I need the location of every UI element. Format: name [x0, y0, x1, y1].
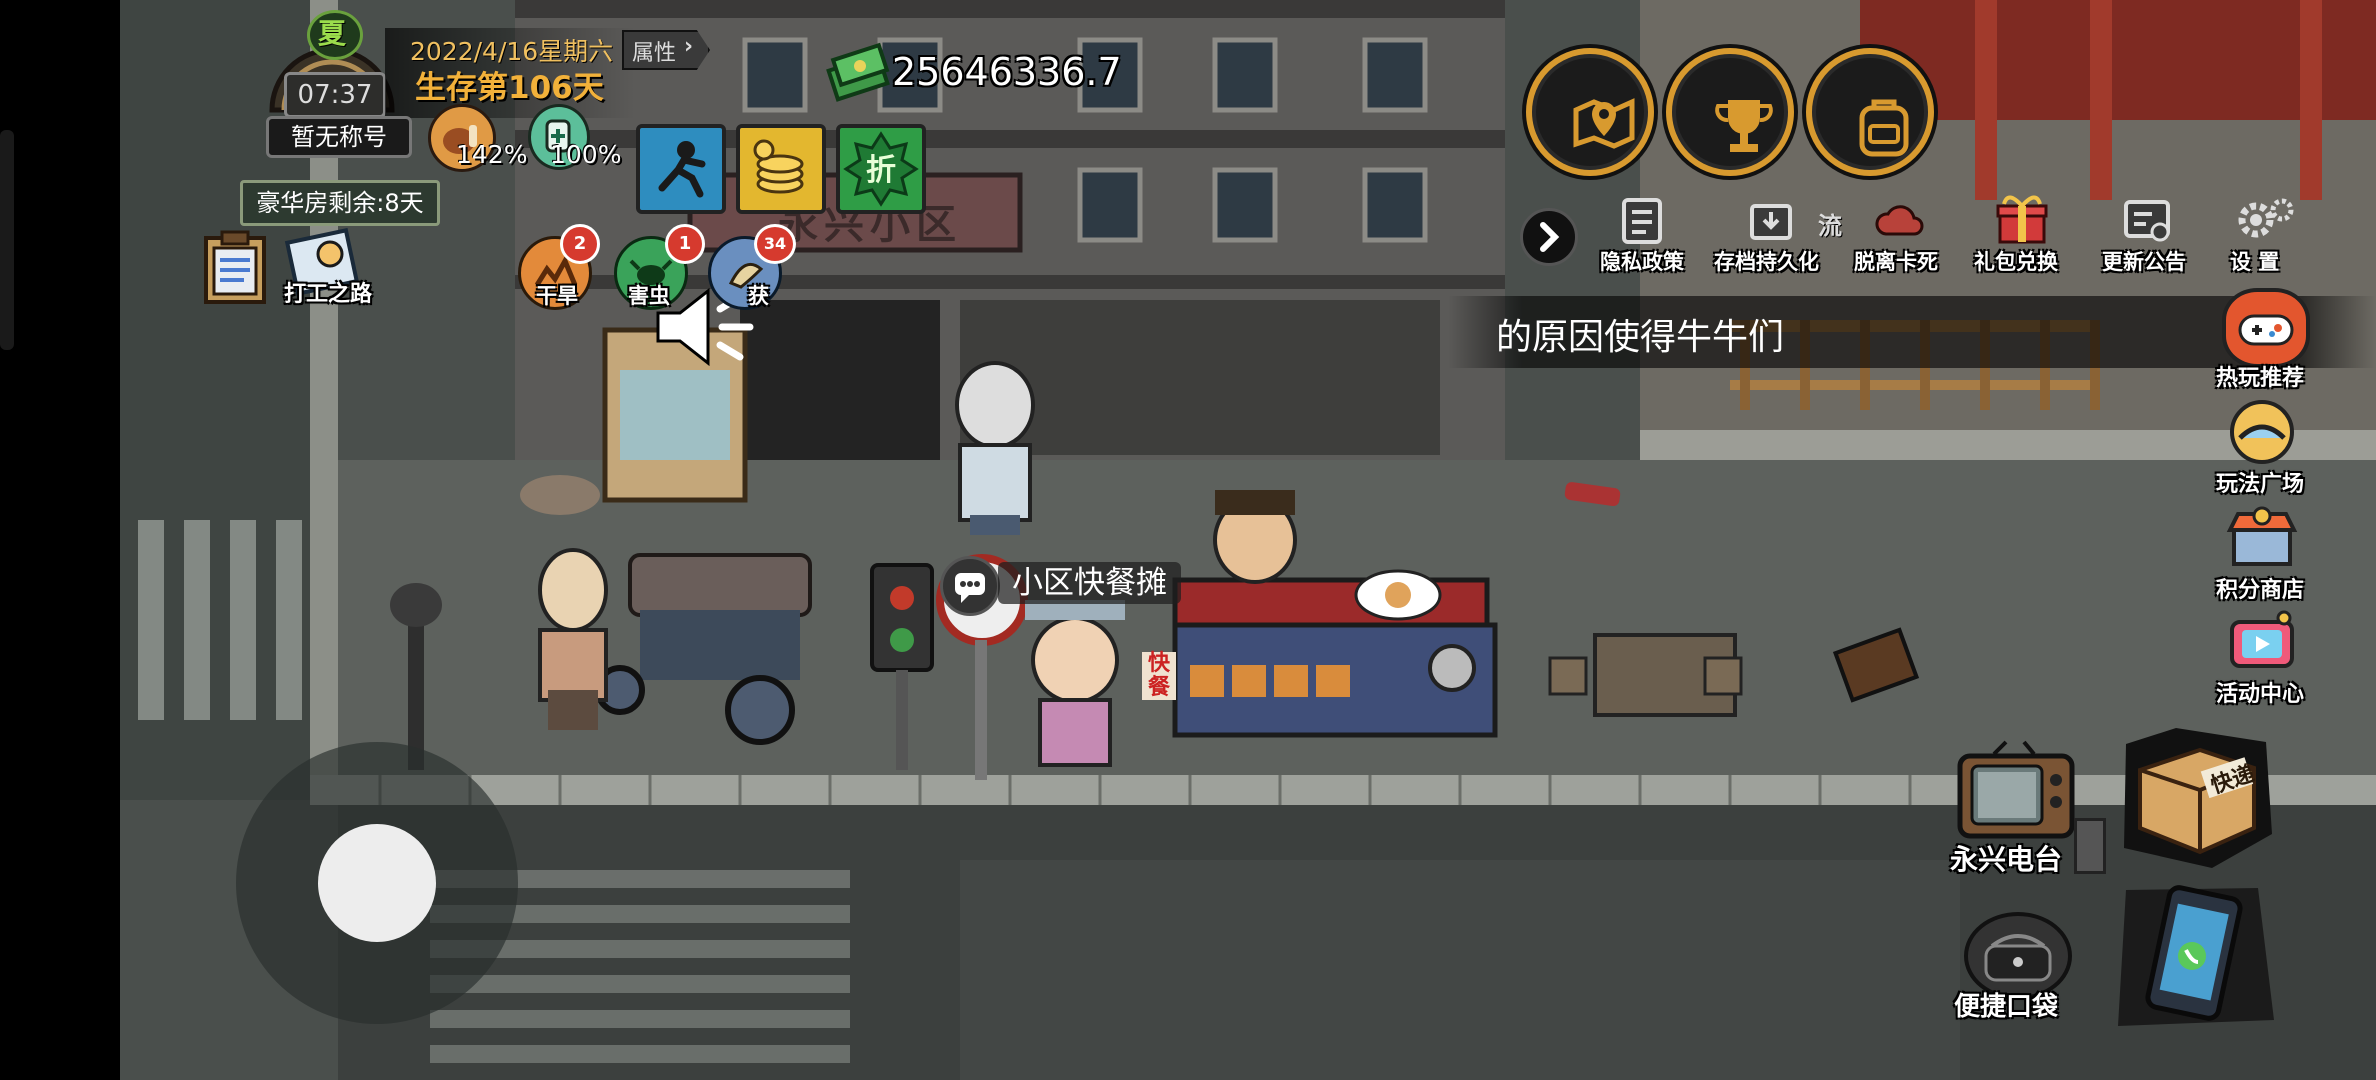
side-points-shop[interactable]: 积分商店: [2206, 500, 2316, 604]
gamepad-icon: [2222, 288, 2310, 368]
menu-privacy-label: 隐私政策: [1600, 250, 1684, 274]
phone-button[interactable]: [2108, 880, 2278, 1030]
player-title[interactable]: 暂无称号: [266, 116, 412, 158]
survival-day: 生存第106天: [415, 70, 604, 106]
chevron-right-icon: [1540, 222, 1560, 252]
menu-privacy[interactable]: 隐私政策: [1598, 196, 1688, 276]
shop-icon: [2222, 500, 2302, 572]
side-hot-recommend[interactable]: 热玩推荐: [2206, 288, 2316, 392]
event-tv-icon: [2222, 604, 2302, 676]
clock-badge: 夏 07:37: [262, 10, 402, 118]
announcement-text: 的原因使得牛牛们: [1496, 317, 1785, 358]
quick-pocket-button[interactable]: 便捷口袋: [1954, 912, 2074, 1022]
side-hot-label: 热玩推荐: [2216, 366, 2305, 391]
sprint-buff-icon[interactable]: [636, 124, 726, 214]
harvest-badge: 34: [754, 224, 796, 264]
health-value: 100%: [550, 140, 622, 169]
task-board-icon[interactable]: [198, 228, 274, 308]
hunger-value: 142%: [456, 140, 528, 169]
package-box-icon: [2116, 724, 2276, 876]
attributes-label: 属性: [632, 41, 677, 66]
attributes-button[interactable]: 属性 ›: [622, 30, 710, 70]
joystick-base[interactable]: [236, 742, 518, 1024]
coins-buff-icon[interactable]: [736, 124, 826, 214]
menu-gift-label: 礼包兑换: [1974, 250, 2058, 274]
map-button[interactable]: [1526, 48, 1654, 176]
side-points-label: 积分商店: [2216, 578, 2305, 603]
pest-label: 害虫: [628, 284, 670, 308]
svg-text:折: 折: [866, 153, 896, 188]
stall-label: 小区快餐摊: [998, 562, 1181, 604]
marquee-prefix: 流: [1818, 212, 1842, 240]
season-text: 夏: [317, 17, 346, 50]
cloud-icon: [1874, 196, 1924, 250]
menu-unstuck[interactable]: 脱离卡死: [1850, 196, 1946, 276]
expand-menu-button[interactable]: [1520, 208, 1578, 266]
plaza-icon: [2222, 394, 2302, 466]
side-events-label: 活动中心: [2216, 682, 2305, 707]
gear-icon: [2234, 196, 2296, 250]
stall-interaction[interactable]: 小区快餐摊: [940, 556, 1200, 616]
job-road-label: 打工之路: [284, 282, 373, 307]
menu-notice[interactable]: 更新公告: [2100, 196, 2196, 276]
notice-icon: [2122, 196, 2172, 250]
trophy-button[interactable]: [1666, 48, 1794, 176]
document-icon: [1620, 196, 1666, 250]
save-box-icon: [1748, 196, 1794, 250]
menu-settings-label: 设 置: [2230, 250, 2280, 274]
stall-banner: 快餐: [1142, 652, 1176, 700]
menu-notice-label: 更新公告: [2102, 250, 2186, 274]
drought-label: 干旱: [536, 284, 578, 308]
pocket-label: 便捷口袋: [1954, 992, 2059, 1022]
chevron-right-icon: ›: [684, 34, 694, 59]
discount-buff-icon[interactable]: 折: [836, 124, 926, 214]
chat-bubble-icon: [940, 556, 1000, 616]
cash-icon: [826, 38, 892, 102]
phone-icon: [2108, 880, 2278, 1034]
gift-icon: [1994, 192, 2050, 250]
menu-settings[interactable]: 设 置: [2218, 196, 2308, 276]
harvest-label: 获: [748, 284, 769, 308]
luxury-room-timer[interactable]: 豪华房剩余:8天: [240, 180, 440, 226]
drought-badge: 2: [560, 224, 600, 264]
menu-gift[interactable]: 礼包兑换: [1974, 192, 2070, 276]
side-plaza-label: 玩法广场: [2216, 472, 2305, 497]
express-package-button[interactable]: 快递: [2116, 724, 2276, 872]
menu-save-label: 存档持久化: [1714, 250, 1819, 274]
radio-label: 永兴电台: [1950, 843, 2063, 876]
pest-badge: 1: [665, 224, 705, 264]
yongxing-radio-button[interactable]: 永兴电台: [1946, 740, 2086, 880]
side-event-center[interactable]: 活动中心: [2206, 604, 2316, 708]
menu-save[interactable]: 存档持久化: [1712, 196, 1830, 276]
radio-antenna-decoration: [2074, 818, 2106, 874]
clock-time: 07:37: [284, 72, 386, 118]
radio-tv-icon: [1954, 740, 2078, 844]
joystick-knob[interactable]: [318, 824, 436, 942]
menu-unstuck-label: 脱离卡死: [1854, 250, 1938, 274]
game-screen: 永兴小区 小区快餐摊 快餐 夏 07:37 2022/4/16星期六 生存第10…: [0, 0, 2376, 1080]
backpack-button[interactable]: [1806, 48, 1934, 176]
money-value: 25646336.7: [892, 50, 1122, 94]
side-play-plaza[interactable]: 玩法广场: [2206, 394, 2316, 498]
